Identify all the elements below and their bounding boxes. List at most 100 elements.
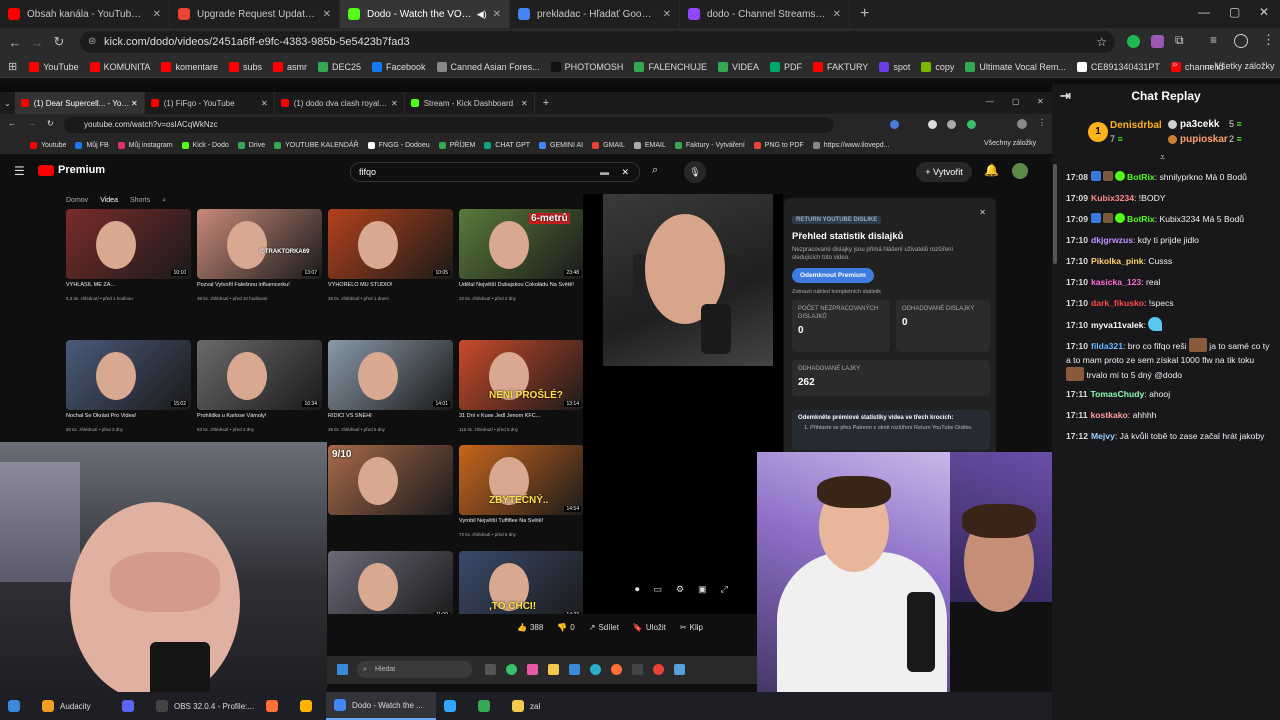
video-title: 31 Dní v Kuse Jedl Jenom KFC...	[459, 413, 541, 419]
chat-username[interactable]: BotRix	[1127, 172, 1155, 182]
video-action-button: 🔖 Uložit	[632, 622, 666, 632]
tab-favicon-icon	[688, 8, 700, 20]
chat-username[interactable]: myva11valek	[1091, 320, 1144, 330]
chat-username[interactable]: BotRix	[1127, 214, 1155, 224]
video-actions-bar: 👍 388 👎 0 ↗ Sdílet 🔖 Uložit ✂ Klip	[327, 614, 757, 640]
site-info-icon[interactable]: ⊜	[88, 31, 96, 53]
taskbar-item[interactable]: Audacity	[34, 692, 114, 720]
bookmark-item[interactable]: KOMUNITA	[89, 61, 150, 72]
taskbar-item[interactable]: OBS 32.0.4 - Profile:...	[148, 692, 258, 720]
bookmark-star-icon[interactable]: ☆	[1096, 31, 1107, 53]
close-tab-icon[interactable]: ✕	[827, 9, 841, 20]
collapse-chat-icon[interactable]: ⇥	[1060, 88, 1071, 104]
close-tab-icon[interactable]: ✕	[657, 9, 671, 20]
minimize-icon[interactable]: —	[1198, 5, 1210, 19]
chat-username[interactable]: TomasChudy	[1091, 389, 1145, 399]
app-icon	[156, 700, 168, 712]
video-player[interactable]: ⌄ (1) Dear Supercell... - YouTube✕(1) Fi…	[0, 84, 1052, 720]
chat-message: 17:12 Mejvy: Já kvůli tobě to zase začal …	[1066, 431, 1265, 441]
chat-username[interactable]: kasicka_123	[1091, 277, 1141, 287]
expand-leaderboard-icon[interactable]: ⩡	[1160, 152, 1165, 163]
chat-username[interactable]: dark_fikusko	[1091, 298, 1144, 308]
bookmark-item[interactable]: komentare	[161, 61, 218, 72]
inner-bookmark-item: Můj instagram	[117, 141, 173, 149]
url-field[interactable]: ⊜ kick.com/dodo/videos/2451a6ff-e9fc-438…	[80, 31, 1115, 53]
taskbar-item[interactable]	[470, 692, 504, 720]
bookmark-item[interactable]: FAKTURY	[812, 61, 868, 72]
badge-icon	[1102, 171, 1113, 181]
media-icon[interactable]: ≡	[1210, 33, 1217, 47]
bookmark-item[interactable]: Facebook	[372, 61, 426, 72]
estimated-likes-box: ODHADOVANÉ LAJKY 262	[792, 360, 990, 396]
inner-search: ⌕ Hledat	[357, 661, 472, 678]
all-bookmarks-link[interactable]: ▭ Všetky záložky	[1204, 61, 1275, 72]
bookmark-item[interactable]: asmr	[272, 61, 307, 72]
chat-message: 17:10 Pikolka_pink: Cusss	[1066, 256, 1173, 266]
chat-username[interactable]: Kubix3234	[1091, 193, 1134, 203]
apps-grid-icon[interactable]: ⊞	[8, 60, 17, 73]
bookmark-item[interactable]: DEC25	[317, 61, 361, 72]
profile-icon[interactable]	[1234, 34, 1248, 48]
puzzle-icon[interactable]: ⧉	[1175, 33, 1184, 48]
chat-message: 17:11 TomasChudy: ahooj	[1066, 389, 1171, 399]
video-card: 15:02 Nochal Se Okrást Pro Videa! 60 tis. …	[66, 340, 191, 432]
taskbar-item[interactable]	[436, 692, 470, 720]
message-text: real	[1145, 277, 1161, 287]
bookmark-item[interactable]: PHOTOMOSH	[550, 61, 623, 72]
leader-name[interactable]: Denisdrbal	[1110, 120, 1162, 131]
close-tab-icon[interactable]: ✕	[147, 9, 161, 20]
close-tab-icon[interactable]: ✕	[487, 9, 501, 20]
chat-username[interactable]: Mejvy	[1091, 431, 1115, 441]
taskbar-item[interactable]	[292, 692, 326, 720]
video-card: 16:34 Prohlídka u Karlose Vámoly! 63 tis. …	[197, 340, 322, 432]
browser-tab[interactable]: Upgrade Request Update - fifq...✕	[170, 0, 340, 28]
bookmark-item[interactable]: spot	[879, 61, 910, 72]
chat-username[interactable]: kostkako	[1091, 410, 1128, 420]
reload-icon[interactable]: ↻	[48, 34, 70, 50]
badge-icon	[1102, 213, 1113, 223]
video-action-button: ✂ Klip	[679, 622, 703, 632]
back-icon[interactable]: ←	[4, 35, 26, 50]
close-tab-icon[interactable]: ✕	[317, 9, 331, 20]
taskbar-item[interactable]	[114, 692, 148, 720]
browser-tab[interactable]: dodo - Channel Streams on Kic...✕	[680, 0, 850, 28]
chat-username[interactable]: dkjgrwzus	[1091, 235, 1133, 245]
bookmark-item[interactable]: Ultimate Vocal Rem...	[965, 61, 1066, 72]
browser-tab[interactable]: prekladac - Hľadať Googlom ✕	[510, 0, 680, 28]
preview-link: Zobrazit náhled kompletních statistik	[792, 289, 881, 295]
menu-dots-icon[interactable]: ⋮	[1262, 32, 1275, 48]
bookmark-item[interactable]: PDF	[769, 61, 802, 72]
video-duration: 14:54	[564, 506, 581, 512]
leader-name[interactable]: pupioskar	[1180, 134, 1228, 145]
bookmark-item[interactable]: YouTube	[29, 61, 79, 72]
verified-badge-icon	[1114, 213, 1125, 223]
extension-icon[interactable]	[1127, 35, 1140, 48]
video-meta: 32 tis. zhlédnutí • před 2 dny	[459, 296, 516, 301]
new-tab-button[interactable]: +	[850, 5, 879, 23]
chat-scrollbar[interactable]	[1053, 164, 1057, 264]
leader-name[interactable]: pa3cekk	[1180, 119, 1219, 130]
taskbar-item[interactable]	[0, 692, 34, 720]
chat-username[interactable]: filda321	[1091, 341, 1123, 351]
taskbar-item[interactable]: Dodo - Watch the ...	[326, 692, 436, 720]
chat-message: 17:11 kostkako: ahhhh	[1066, 410, 1157, 420]
forward-icon[interactable]: →	[26, 35, 48, 50]
maximize-icon[interactable]: ▢	[1229, 5, 1240, 19]
bookmark-item[interactable]: copy	[921, 61, 954, 72]
bookmark-item[interactable]: CE891340431PT	[1076, 61, 1160, 72]
bookmark-item[interactable]: VIDEA	[717, 61, 759, 72]
video-meta: 72 tis. zhlédnutí • před 8 dny	[459, 532, 516, 537]
close-window-icon[interactable]: ✕	[1259, 5, 1269, 19]
chat-username[interactable]: Pikolka_pink	[1091, 256, 1144, 266]
browser-tab[interactable]: Dodo - Watch the VOD on ... ◀)✕	[340, 0, 510, 28]
browser-tab[interactable]: Obsah kanála - YouTube Studio✕	[0, 0, 170, 28]
more-bookmarks-icon[interactable]: »	[1172, 59, 1178, 70]
taskbar-item[interactable]: zal	[504, 692, 584, 720]
bookmark-item[interactable]: FALENCHUJE	[634, 61, 707, 72]
extension-icon[interactable]	[1151, 35, 1164, 48]
speaker-icon[interactable]: ◀)	[477, 9, 487, 20]
bookmark-item[interactable]: subs	[228, 61, 262, 72]
bookmark-item[interactable]: Canned Asian Fores...	[436, 61, 540, 72]
taskbar-item[interactable]	[258, 692, 292, 720]
app-icon	[300, 700, 312, 712]
